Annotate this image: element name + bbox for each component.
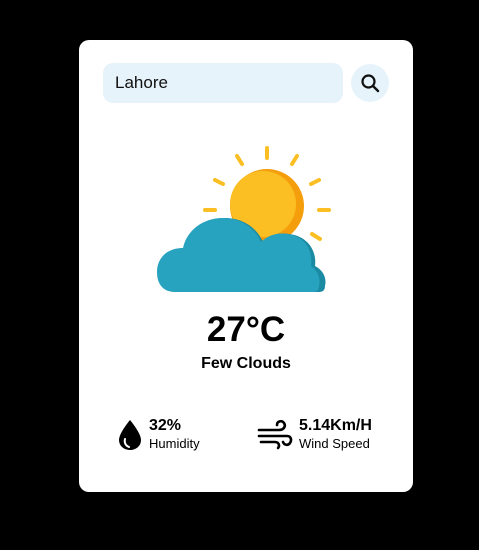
water-drop-icon [119,419,141,450]
temperature: 27°C [206,310,286,349]
humidity-label: Humidity [149,436,200,451]
sun-behind-cloud-icon [157,146,331,292]
humidity-value: 32% [149,417,182,434]
city-search-input[interactable] [103,63,343,103]
humidity-stat: 32% Humidity [117,417,200,452]
wind-stat: 5.14Km/H Wind Speed [257,417,372,452]
wind-speed-label: Wind Speed [299,436,370,451]
weather-card: 27°C Few Clouds 32% Humidity 5.14Km/H Wi… [79,40,413,492]
wind-icon [257,419,293,449]
search-icon [361,74,380,93]
wind-speed-value: 5.14Km/H [299,417,372,434]
search-button[interactable] [351,64,389,102]
weather-condition: Few Clouds [201,355,291,372]
